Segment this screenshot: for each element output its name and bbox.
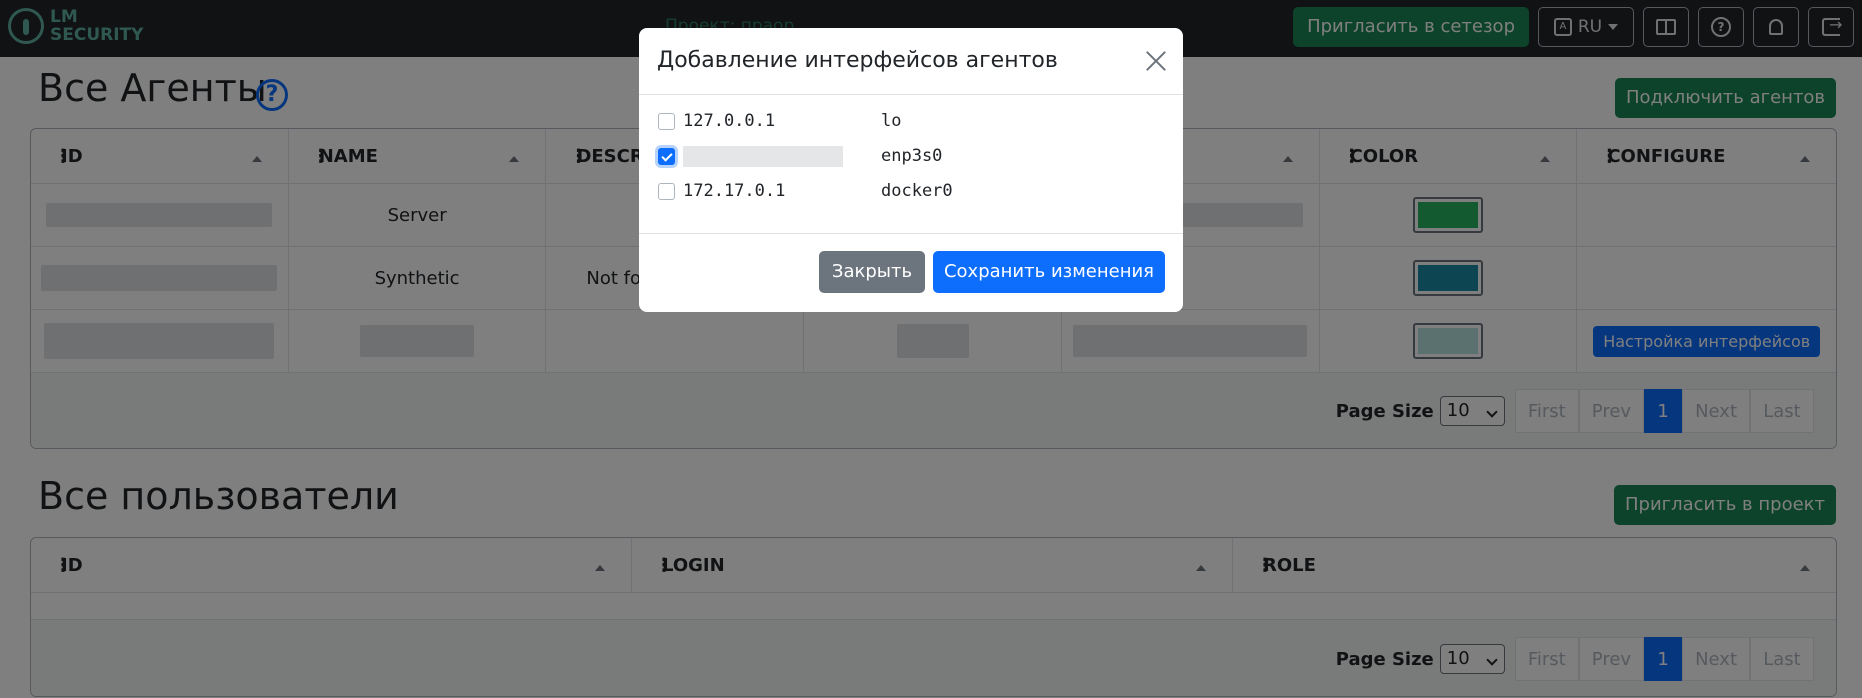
interface-name: enp3s0: [881, 146, 943, 166]
modal-header: Добавление интерфейсов агентов: [639, 28, 1183, 95]
interface-checkbox[interactable]: [658, 148, 675, 165]
save-changes-button[interactable]: Сохранить изменения: [933, 251, 1165, 293]
interface-name: docker0: [881, 181, 953, 201]
interface-checkbox[interactable]: [658, 113, 675, 130]
interface-checkbox[interactable]: [658, 183, 675, 200]
interface-row: enp3s0: [639, 146, 1183, 181]
interface-ip-redacted: [683, 146, 843, 167]
interface-ip: 127.0.0.1: [683, 111, 776, 131]
interface-row: 127.0.0.1 lo: [639, 111, 1183, 146]
modal-footer: Закрыть Сохранить изменения: [639, 234, 1183, 312]
interface-name: lo: [881, 111, 902, 131]
interface-ip: 172.17.0.1: [683, 181, 786, 201]
modal-title: Добавление интерфейсов агентов: [657, 48, 1058, 73]
close-button[interactable]: Закрыть: [819, 251, 925, 293]
modal-body: 127.0.0.1 lo enp3s0 172.17.0.1 docker0: [639, 95, 1183, 234]
add-interfaces-modal: Добавление интерфейсов агентов 127.0.0.1…: [639, 28, 1183, 312]
close-icon[interactable]: [1145, 50, 1167, 72]
interface-row: 172.17.0.1 docker0: [639, 181, 1183, 216]
